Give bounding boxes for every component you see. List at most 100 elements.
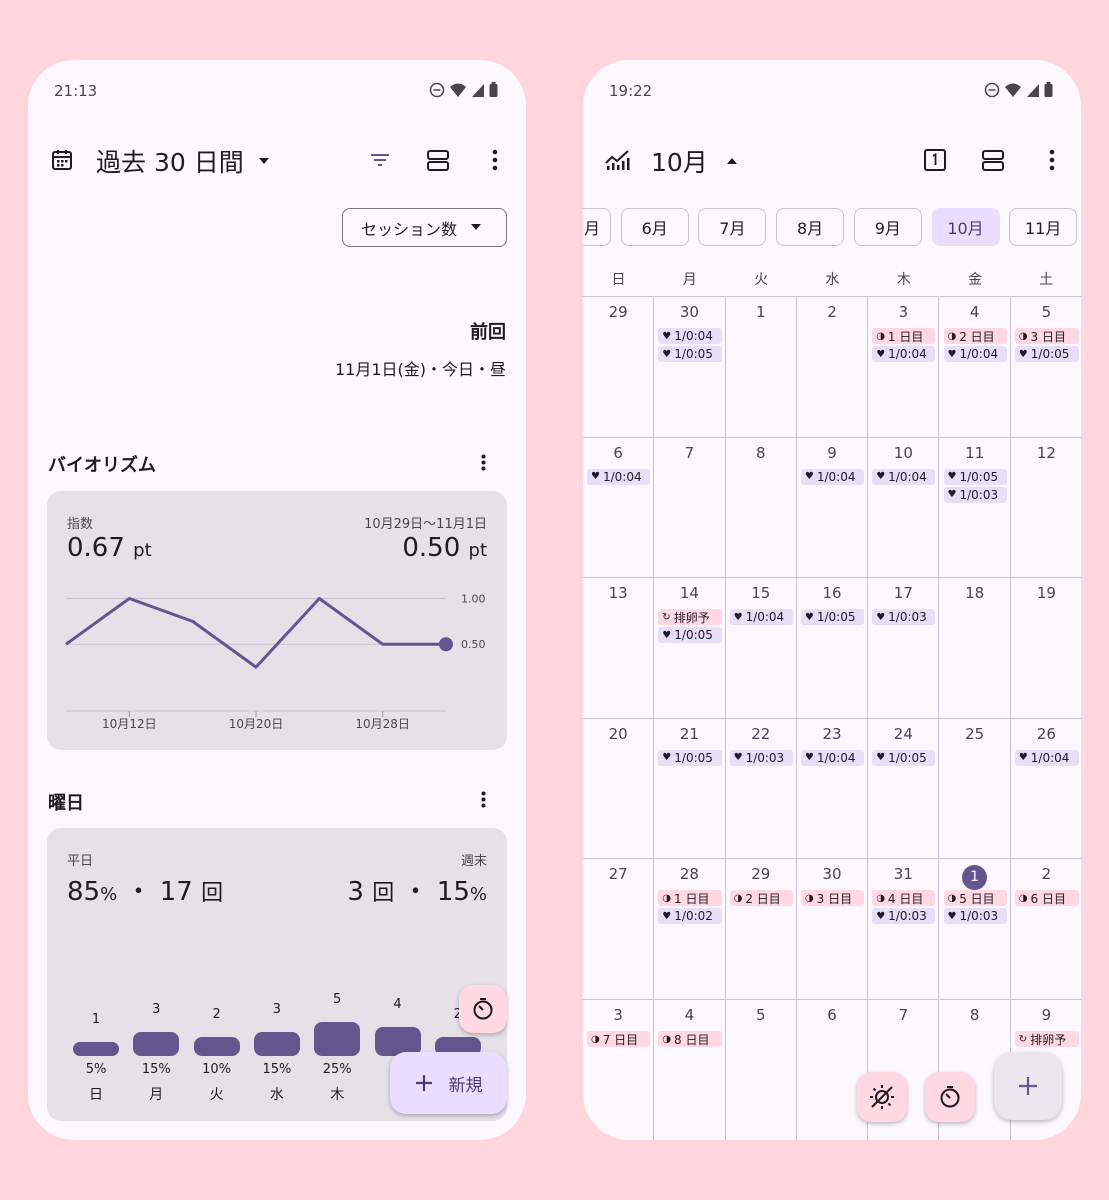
day-cell[interactable]: 19	[1010, 577, 1081, 718]
day-cell[interactable]: 1	[725, 296, 797, 437]
session-tag[interactable]: ♥ 1/0:05	[943, 468, 1007, 485]
session-tag[interactable]: ♥ 1/0:03	[729, 749, 793, 766]
day-cell[interactable]: 27	[583, 858, 655, 999]
period-day-tag[interactable]: ◑ 5 日目	[943, 890, 1007, 907]
view-toggle-icon[interactable]	[422, 144, 454, 176]
day-cell[interactable]: 22 ♥ 1/0:03	[725, 717, 797, 859]
session-tag[interactable]: ♥ 1/0:05	[658, 749, 722, 766]
month-chip-7[interactable]: 11月	[1009, 208, 1078, 246]
ovulation-tag[interactable]: ↻ 排卵予	[1014, 1031, 1080, 1047]
session-tag[interactable]: ♥ 1/0:04	[729, 609, 793, 626]
view-toggle-icon[interactable]	[977, 144, 1009, 176]
period-day-tag[interactable]: ◑ 4 日目	[872, 890, 936, 907]
more-vert-icon[interactable]	[1040, 144, 1064, 176]
session-tag[interactable]: ♥ 1/0:03	[943, 908, 1007, 925]
more-vert-icon[interactable]	[483, 144, 507, 176]
session-tag[interactable]: ♥ 1/0:03	[943, 486, 1007, 503]
month-dropdown[interactable]: 10月	[651, 143, 738, 179]
weekday-more-icon[interactable]	[473, 787, 493, 811]
month-chip-1[interactable]: 月	[583, 208, 611, 246]
metric-select[interactable]: セッション数	[342, 208, 507, 247]
period-day-tag[interactable]: ◑ 3 日目	[1014, 328, 1080, 344]
session-tag[interactable]: ♥ 1/0:04	[872, 346, 936, 362]
day-cell[interactable]: 20	[583, 717, 655, 859]
day-cell[interactable]: 30 ♥ 1/0:04 ♥ 1/0:05	[654, 296, 726, 437]
day-cell[interactable]: 1 ◑ 5 日目 ♥ 1/0:03	[939, 858, 1011, 999]
day-cell[interactable]: 26 ♥ 1/0:04	[1010, 717, 1081, 859]
range-dropdown[interactable]: 過去 30 日間	[96, 143, 270, 179]
day-cell[interactable]: 21 ♥ 1/0:05	[654, 717, 726, 859]
session-tag[interactable]: ♥ 1/0:04	[1014, 749, 1080, 766]
day-cell[interactable]: 15 ♥ 1/0:04	[725, 577, 797, 718]
month-chip-4[interactable]: 8月	[776, 208, 845, 246]
day-cell[interactable]: 28 ◑ 1 日目 ♥ 1/0:02	[654, 858, 726, 999]
session-tag[interactable]: ♥ 1/0:03	[872, 609, 936, 626]
period-day-tag[interactable]: ◑ 1 日目	[872, 328, 936, 344]
day-cell[interactable]: 7	[654, 436, 726, 578]
month-chip-3[interactable]: 7月	[698, 208, 767, 246]
session-tag[interactable]: ♥ 1/0:05	[658, 346, 722, 362]
day-cell[interactable]: 17 ♥ 1/0:03	[868, 577, 940, 718]
period-day-tag[interactable]: ◑ 7 日目	[587, 1031, 651, 1047]
day-cell[interactable]: 3 ◑ 1 日目 ♥ 1/0:04	[868, 296, 940, 437]
day-cell[interactable]: 6 ♥ 1/0:04	[583, 436, 655, 578]
day-cell[interactable]: 13	[583, 577, 655, 718]
day-cell[interactable]: 29 ◑ 2 日目	[725, 858, 797, 999]
month-chip-2[interactable]: 6月	[620, 208, 689, 246]
session-tag[interactable]: ♥ 1/0:03	[872, 908, 936, 925]
day-cell[interactable]: 14 ↻ 排卵予 ♥ 1/0:05	[654, 577, 726, 718]
day-cell[interactable]: 5 ◑ 3 日目 ♥ 1/0:05	[1010, 296, 1081, 437]
month-chip-5[interactable]: 9月	[853, 208, 922, 246]
session-tag[interactable]: ♥ 1/0:05	[800, 609, 865, 626]
day-cell[interactable]: 24 ♥ 1/0:05	[868, 717, 940, 859]
day-cell[interactable]: 2	[796, 296, 869, 437]
add-fab[interactable]	[994, 1052, 1062, 1120]
day-cell[interactable]: 5	[725, 999, 797, 1140]
ovulation-tag[interactable]: ↻ 排卵予	[658, 609, 722, 626]
session-tag[interactable]: ♥ 1/0:02	[658, 908, 722, 925]
session-tag[interactable]: ♥ 1/0:05	[1014, 346, 1080, 362]
day-cell[interactable]: 30 ◑ 3 日目	[796, 858, 869, 999]
day-cell[interactable]: 10 ♥ 1/0:04	[868, 436, 940, 578]
new-fab[interactable]: 新規	[390, 1052, 507, 1114]
day-cell[interactable]: 3 ◑ 7 日目	[583, 999, 655, 1140]
today-icon[interactable]	[919, 144, 951, 176]
day-cell[interactable]: 4 ◑ 8 日目	[654, 999, 726, 1140]
period-day-tag[interactable]: ◑ 2 日目	[943, 328, 1007, 344]
heart-icon: ♥	[947, 489, 957, 501]
session-tag[interactable]: ♥ 1/0:04	[800, 468, 865, 485]
period-day-tag[interactable]: ◑ 2 日目	[729, 890, 793, 907]
period-day-tag[interactable]: ◑ 8 日目	[658, 1031, 722, 1047]
session-tag[interactable]: ♥ 1/0:05	[872, 749, 936, 766]
session-tag[interactable]: ♥ 1/0:04	[587, 468, 651, 485]
day-cell[interactable]: 9 ♥ 1/0:04	[796, 436, 869, 578]
timer-fab[interactable]	[925, 1072, 975, 1122]
session-tag[interactable]: ♥ 1/0:04	[872, 468, 936, 485]
biorhythm-more-icon[interactable]	[473, 450, 493, 474]
calendar-icon[interactable]	[46, 144, 78, 176]
session-tag[interactable]: ♥ 1/0:04	[658, 328, 722, 344]
day-cell[interactable]: 18	[939, 577, 1011, 718]
stats-icon[interactable]	[601, 144, 633, 176]
day-cell[interactable]: 12	[1010, 436, 1081, 578]
day-cell[interactable]: 11 ♥ 1/0:05 ♥ 1/0:03	[939, 436, 1011, 578]
day-cell[interactable]: 2 ◑ 6 日目	[1010, 858, 1081, 999]
filter-icon[interactable]	[364, 144, 396, 176]
period-day-tag[interactable]: ◑ 3 日目	[800, 890, 865, 907]
day-cell[interactable]: 16 ♥ 1/0:05	[796, 577, 869, 718]
timer-fab[interactable]	[459, 985, 507, 1033]
session-tag[interactable]: ♥ 1/0:05	[658, 627, 722, 644]
day-cell[interactable]: 23 ♥ 1/0:04	[796, 717, 869, 859]
session-tag[interactable]: ♥ 1/0:04	[943, 346, 1007, 362]
day-cell[interactable]: 25	[939, 717, 1011, 859]
day-cell[interactable]: 6	[796, 999, 869, 1140]
period-day-tag[interactable]: ◑ 6 日目	[1014, 890, 1080, 907]
session-tag[interactable]: ♥ 1/0:04	[800, 749, 865, 766]
period-day-tag[interactable]: ◑ 1 日目	[658, 890, 722, 907]
day-cell[interactable]: 8	[725, 436, 797, 578]
day-cell[interactable]: 29	[583, 296, 655, 437]
day-cell[interactable]: 31 ◑ 4 日目 ♥ 1/0:03	[868, 858, 940, 999]
day-cell[interactable]: 4 ◑ 2 日目 ♥ 1/0:04	[939, 296, 1011, 437]
suspend-fab[interactable]	[857, 1072, 907, 1122]
month-chip-6[interactable]: 10月	[931, 208, 1000, 246]
